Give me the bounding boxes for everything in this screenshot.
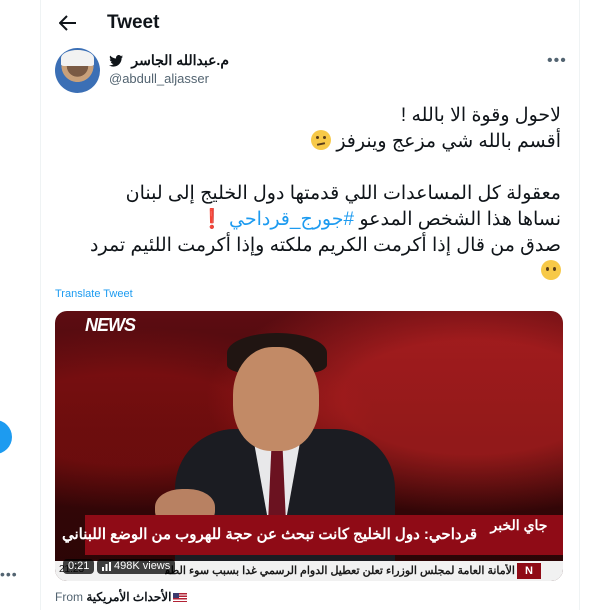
author-handle[interactable]: @abdull_aljasser <box>109 71 209 86</box>
avatar[interactable] <box>55 48 100 93</box>
show-logo: جاي الخبر <box>490 517 548 533</box>
from-label: From <box>55 590 83 604</box>
header: Tweet <box>41 0 579 46</box>
lower-third-title: قرداحي: دول الخليج كانت تبحث عن حجة للهر… <box>61 526 477 543</box>
tweet-line <box>41 259 561 285</box>
chart-icon <box>102 562 111 571</box>
from-source-name: الأحداث الأمريكية <box>86 590 172 604</box>
more-options-icon[interactable]: ••• <box>547 52 567 70</box>
ticker-text: الأمانة العامة لمجلس الوزراء تعلن تعطيل … <box>165 565 515 577</box>
tweet-line-text: نساها هذا الشخص المدعو <box>359 209 561 230</box>
confused-face-icon <box>311 130 332 150</box>
us-flag-icon <box>173 593 188 602</box>
tweet-line: أقسم بالله شي مزعج وينرفز <box>41 129 561 155</box>
hashtag-link[interactable]: #جورج_قرداحي <box>229 209 354 230</box>
face-without-mouth-icon <box>541 260 561 280</box>
from-source-link[interactable]: الأحداث الأمريكية <box>86 590 188 604</box>
tweet-column: Tweet م.عبدالله الجاسر @abdull_aljasser … <box>40 0 580 610</box>
author-name-row[interactable]: م.عبدالله الجاسر <box>109 52 229 70</box>
video-views: 498K views <box>97 559 176 574</box>
views-count: 498K views <box>114 560 171 572</box>
tweet-line: معقولة كل المساعدات اللي قدمتها دول الخل… <box>125 183 561 204</box>
page-title: Tweet <box>107 12 160 33</box>
tweet-text: لاحول وقوة الا بالله ! أقسم بالله شي مزع… <box>41 103 561 285</box>
floating-action-button[interactable] <box>0 420 12 454</box>
translate-tweet-link[interactable]: Translate Tweet <box>55 288 133 300</box>
tweet-line: لاحول وقوة الا بالله ! <box>400 105 561 126</box>
more-menu-icon[interactable]: ••• <box>0 566 18 582</box>
tweet-line: نساها هذا الشخص المدعو #جورج_قرداحي ❗ <box>41 207 561 233</box>
tweet-line-text: أقسم بالله شي مزعج وينرفز <box>336 131 561 152</box>
exclamation-icon: ❗ <box>200 209 224 230</box>
from-row: From الأحداث الأمريكية <box>55 590 188 604</box>
ticker-logo: N <box>517 563 541 579</box>
tweet-line: صدق من قال إذا أكرمت الكريم ملكته وإذا أ… <box>90 235 561 256</box>
channel-logo: NEWS <box>85 315 136 335</box>
video-time: 0:21 <box>63 559 95 574</box>
author-display-name: م.عبدالله الجاسر <box>131 52 229 68</box>
video-player[interactable]: NEWS قرداحي: دول الخليج كانت تبحث عن حجة… <box>55 311 563 581</box>
bird-icon <box>109 54 123 67</box>
arrow-left-icon[interactable] <box>55 10 81 36</box>
